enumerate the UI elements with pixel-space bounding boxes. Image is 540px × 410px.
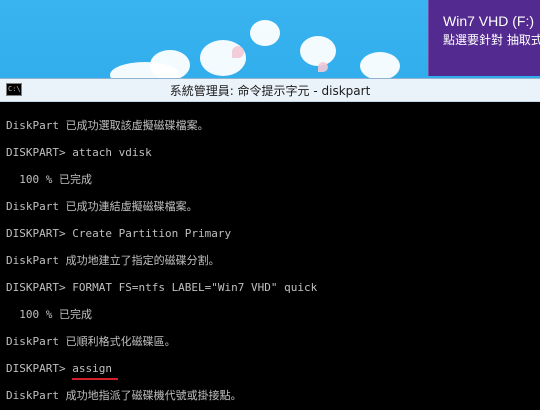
console-line: 100 % 已完成 xyxy=(6,173,92,186)
cloud-decoration xyxy=(300,36,336,66)
cloud-decoration xyxy=(250,20,280,46)
console-line: DISKPART> FORMAT FS=ntfs LABEL="Win7 VHD… xyxy=(6,281,318,294)
console-line: DiskPart 成功地建立了指定的磁碟分割。 xyxy=(6,254,220,267)
window-titlebar[interactable]: C:\ 系統管理員: 命令提示字元 - diskpart xyxy=(0,79,540,102)
window-title: 系統管理員: 命令提示字元 - diskpart xyxy=(169,84,371,98)
console-line: DiskPart 已成功選取該虛擬磁碟檔案。 xyxy=(6,119,209,132)
console-line: DISKPART> Create Partition Primary xyxy=(6,227,232,240)
console-line: DiskPart 已成功連結虛擬磁碟檔案。 xyxy=(6,200,198,213)
console-line: DiskPart 已順利格式化磁碟區。 xyxy=(6,335,176,348)
petal-decoration xyxy=(232,46,244,58)
petal-decoration xyxy=(318,62,328,72)
console-line: DiskPart 成功地指派了磁碟機代號或掛接點。 xyxy=(6,389,242,402)
console-line: DISKPART> attach vdisk xyxy=(6,146,152,159)
notification-title: Win7 VHD (F:) xyxy=(443,13,534,29)
drive-notification[interactable]: Win7 VHD (F:) 點選要針對 抽取式 xyxy=(428,0,540,76)
cloud-decoration xyxy=(150,50,190,80)
console-line: DISKPART> assign xyxy=(6,362,112,375)
cloud-decoration xyxy=(360,52,400,80)
command-prompt-window[interactable]: C:\ 系統管理員: 命令提示字元 - diskpart DiskPart 已成… xyxy=(0,78,540,410)
console-line: 100 % 已完成 xyxy=(6,308,92,321)
console-output[interactable]: DiskPart 已成功選取該虛擬磁碟檔案。 DISKPART> attach … xyxy=(0,102,540,410)
notification-body: 點選要針對 抽取式 xyxy=(443,33,540,47)
assign-command-underline xyxy=(72,378,118,380)
